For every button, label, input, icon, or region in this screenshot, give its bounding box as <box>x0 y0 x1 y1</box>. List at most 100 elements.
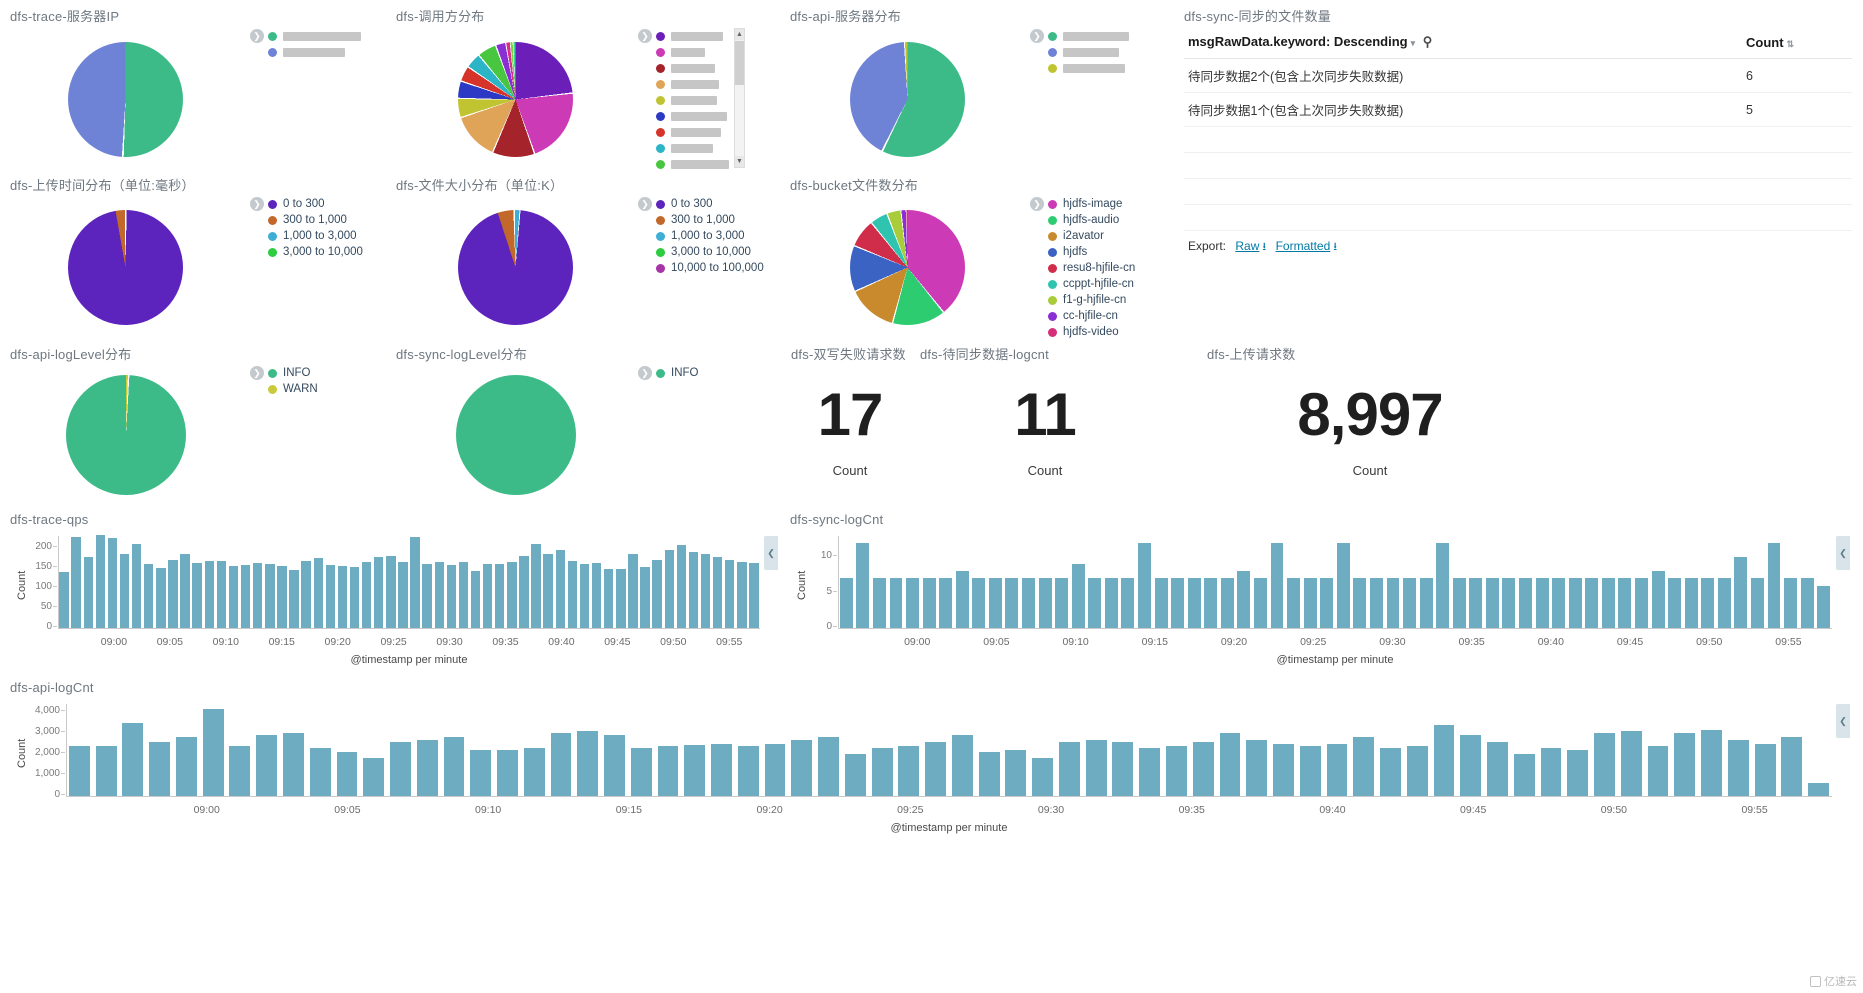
bar[interactable] <box>1138 543 1151 628</box>
bar[interactable] <box>1800 578 1814 628</box>
legend-item[interactable] <box>656 140 729 156</box>
bar[interactable] <box>1112 741 1134 796</box>
bar[interactable] <box>906 578 919 628</box>
bar[interactable] <box>725 560 735 628</box>
bar[interactable] <box>1717 578 1731 628</box>
bar[interactable] <box>1022 578 1035 628</box>
bar[interactable] <box>711 743 732 796</box>
bar[interactable] <box>1651 571 1665 628</box>
bar[interactable] <box>301 560 311 628</box>
legend-item[interactable]: ccppt-hjfile-cn <box>1048 276 1135 292</box>
legend-item[interactable]: INFO <box>268 365 318 381</box>
bar[interactable] <box>1353 578 1367 628</box>
legend-item[interactable] <box>1048 44 1129 60</box>
bar[interactable] <box>1287 578 1301 628</box>
legend-item[interactable]: 300 to 1,000 <box>656 212 764 228</box>
bar[interactable] <box>791 739 813 796</box>
bar[interactable] <box>1273 743 1294 796</box>
bar[interactable] <box>277 566 287 628</box>
legend-item[interactable] <box>268 44 361 60</box>
bar[interactable] <box>1784 578 1798 628</box>
pie-chart[interactable] <box>68 42 183 157</box>
bar[interactable] <box>422 564 432 628</box>
bar[interactable] <box>523 747 545 796</box>
bar[interactable] <box>1005 750 1027 796</box>
bar[interactable] <box>1701 730 1722 796</box>
legend-scrollbar[interactable]: ▲ ▼ <box>734 28 745 168</box>
bar[interactable] <box>204 560 214 628</box>
bar[interactable] <box>386 556 396 628</box>
chevron-right-icon[interactable]: ❯ <box>250 366 264 380</box>
metric-dual-write-fail[interactable]: 17 Count <box>790 385 910 479</box>
bar[interactable] <box>652 560 662 628</box>
bar[interactable] <box>1684 578 1698 628</box>
legend-item[interactable]: INFO <box>656 365 698 381</box>
bar[interactable] <box>410 536 420 628</box>
bar[interactable] <box>256 735 278 796</box>
bar[interactable] <box>175 737 197 796</box>
bar[interactable] <box>1601 578 1615 628</box>
bar[interactable] <box>507 562 517 628</box>
bar[interactable] <box>1487 741 1508 796</box>
legend-item[interactable]: 1,000 to 3,000 <box>268 228 363 244</box>
bar[interactable] <box>839 578 853 628</box>
bar[interactable] <box>1734 557 1748 628</box>
bar[interactable] <box>1552 578 1566 628</box>
pie-api-server-distribution[interactable] <box>850 42 965 157</box>
bar[interactable] <box>1618 578 1632 628</box>
legend-item[interactable]: hjdfs-image <box>1048 196 1135 212</box>
bar[interactable] <box>1246 739 1268 796</box>
bar[interactable] <box>216 560 227 628</box>
bar[interactable] <box>1620 731 1642 796</box>
bar[interactable] <box>955 571 969 628</box>
pie-trace-server-ip[interactable] <box>68 42 183 157</box>
legend-item[interactable]: hjdfs-audio <box>1048 212 1135 228</box>
bar[interactable] <box>1121 578 1135 628</box>
legend-item[interactable]: 3,000 to 10,000 <box>656 244 764 260</box>
bar[interactable] <box>374 556 384 628</box>
legend-item[interactable] <box>656 124 729 140</box>
pie-bucket-files[interactable] <box>850 210 965 325</box>
bar[interactable] <box>107 537 118 628</box>
bar[interactable] <box>1270 543 1284 628</box>
legend-item[interactable]: cc-hjfile-cn <box>1048 308 1135 324</box>
bar[interactable] <box>495 564 505 628</box>
bar[interactable] <box>1817 585 1831 628</box>
bar[interactable] <box>700 553 711 628</box>
bar[interactable] <box>1237 571 1251 628</box>
legend-item[interactable]: 1,000 to 3,000 <box>656 228 764 244</box>
bar[interactable] <box>1219 733 1241 796</box>
pie-chart[interactable] <box>68 210 183 325</box>
bar[interactable] <box>630 747 652 796</box>
bar[interactable] <box>83 556 93 628</box>
bar[interactable] <box>470 750 492 796</box>
bar[interactable] <box>1568 578 1582 628</box>
legend-item[interactable]: f1-g-hjfile-cn <box>1048 292 1135 308</box>
legend-item[interactable]: WARN <box>268 381 318 397</box>
bar[interactable] <box>925 741 947 796</box>
bar[interactable] <box>737 745 759 796</box>
chevron-right-icon[interactable]: ❯ <box>1030 29 1044 43</box>
bar[interactable] <box>1369 578 1383 628</box>
bar[interactable] <box>1320 578 1334 628</box>
export-formatted-link[interactable]: Formatted <box>1276 239 1331 253</box>
chevron-right-icon[interactable]: ❯ <box>638 197 652 211</box>
bar[interactable] <box>1781 737 1803 796</box>
bar[interactable] <box>168 560 178 628</box>
pie-chart[interactable] <box>850 210 965 325</box>
bar[interactable] <box>1519 578 1532 628</box>
bar[interactable] <box>898 745 920 796</box>
bar[interactable] <box>416 739 438 796</box>
bar[interactable] <box>1085 739 1107 796</box>
column-header-key[interactable]: msgRawData.keyword: Descending ▾ ⚲ <box>1184 28 1742 59</box>
bar[interactable] <box>1204 578 1218 628</box>
bar[interactable] <box>591 563 602 628</box>
bar[interactable] <box>1535 578 1549 628</box>
bar[interactable] <box>519 556 529 628</box>
bar[interactable] <box>1171 578 1185 628</box>
bar[interactable] <box>603 568 614 628</box>
bar[interactable] <box>1303 578 1317 628</box>
bar[interactable] <box>289 569 299 628</box>
chart-trace-qps[interactable]: 0 50 100 150 200 09:00 09:05 09:10 09:15 09:20 09:… <box>10 530 778 670</box>
bar[interactable] <box>844 754 866 796</box>
